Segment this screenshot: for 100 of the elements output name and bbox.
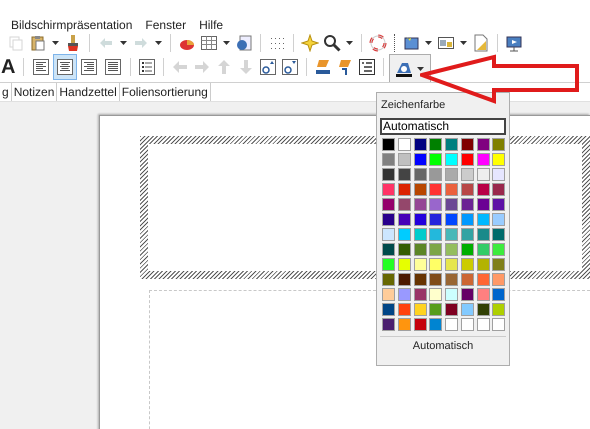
color-swatch[interactable] (414, 243, 426, 256)
list-icon[interactable] (138, 58, 156, 76)
paste-icon[interactable] (29, 34, 47, 52)
color-swatch[interactable] (398, 183, 411, 196)
color-swatch[interactable] (398, 258, 411, 271)
color-swatch[interactable] (398, 273, 411, 286)
color-swatch[interactable] (460, 318, 474, 331)
color-swatch[interactable] (429, 273, 442, 286)
color-swatch[interactable] (445, 213, 458, 226)
color-swatch[interactable] (460, 303, 474, 316)
color-swatch[interactable] (492, 258, 506, 271)
color-swatch[interactable] (445, 228, 458, 241)
color-swatch[interactable] (429, 303, 442, 316)
automatic-button[interactable]: Automatisch (380, 337, 506, 355)
color-swatch[interactable] (398, 153, 411, 166)
image-icon[interactable] (235, 34, 253, 52)
color-swatch[interactable] (382, 168, 395, 181)
color-swatch[interactable] (492, 213, 506, 226)
color-swatch[interactable] (398, 288, 411, 301)
color-swatch[interactable] (414, 318, 426, 331)
color-swatch[interactable] (445, 138, 458, 151)
color-swatch[interactable] (382, 258, 395, 271)
color-swatch[interactable] (398, 168, 411, 181)
dropdown-arrow-icon[interactable] (416, 66, 424, 70)
color-swatch[interactable] (460, 258, 474, 271)
color-swatch[interactable] (476, 318, 490, 331)
color-swatch[interactable] (429, 153, 442, 166)
view-tab[interactable]: Handzettel (57, 83, 120, 101)
search-icon[interactable] (323, 34, 341, 52)
color-swatch[interactable] (460, 198, 474, 211)
color-swatch[interactable] (429, 198, 442, 211)
color-swatch[interactable] (445, 318, 458, 331)
color-swatch[interactable] (414, 198, 426, 211)
color-swatch[interactable] (414, 168, 426, 181)
color-swatch[interactable] (398, 198, 411, 211)
color-swatch[interactable] (445, 303, 458, 316)
color-swatch[interactable] (445, 243, 458, 256)
color-swatch[interactable] (445, 288, 458, 301)
color-swatch[interactable] (492, 138, 506, 151)
color-swatch[interactable] (445, 183, 458, 196)
lifebuoy-icon[interactable] (369, 34, 387, 52)
color-swatch[interactable] (476, 258, 490, 271)
color-swatch[interactable] (476, 168, 490, 181)
color-swatch[interactable] (429, 138, 442, 151)
document-icon[interactable] (472, 34, 490, 52)
star-icon[interactable] (301, 34, 319, 52)
color-swatch[interactable] (492, 243, 506, 256)
color-swatch[interactable] (460, 288, 474, 301)
color-swatch[interactable] (414, 288, 426, 301)
view-tab[interactable]: g (0, 83, 12, 101)
color-swatch[interactable] (382, 213, 395, 226)
color-swatch[interactable] (429, 168, 442, 181)
color-swatch[interactable] (429, 318, 442, 331)
color-swatch[interactable] (429, 258, 442, 271)
presentation-icon[interactable] (505, 34, 523, 52)
color-swatch[interactable] (414, 228, 426, 241)
dropdown-arrow-icon[interactable] (346, 41, 353, 45)
color-swatch[interactable] (460, 183, 474, 196)
color-swatch[interactable] (429, 243, 442, 256)
color-swatch[interactable] (414, 183, 426, 196)
color-swatch[interactable] (429, 183, 442, 196)
color-swatch[interactable] (476, 213, 490, 226)
color-swatch[interactable] (476, 153, 490, 166)
table-icon[interactable] (200, 34, 218, 52)
color-swatch[interactable] (492, 273, 506, 286)
color-swatch[interactable] (445, 258, 458, 271)
color-swatch[interactable] (460, 138, 474, 151)
dropdown-arrow-icon[interactable] (155, 41, 162, 45)
view-tab[interactable]: Notizen (12, 83, 58, 101)
color-swatch[interactable] (429, 288, 442, 301)
color-swatch[interactable] (476, 243, 490, 256)
color-swatch[interactable] (398, 303, 411, 316)
color-swatch[interactable] (460, 273, 474, 286)
color-swatch[interactable] (492, 318, 506, 331)
color-swatch[interactable] (476, 303, 490, 316)
color-swatch[interactable] (460, 243, 474, 256)
color-swatch[interactable] (398, 228, 411, 241)
color-swatch[interactable] (382, 198, 395, 211)
color-swatch[interactable] (414, 153, 426, 166)
lower-text-icon[interactable] (281, 58, 300, 76)
color-swatch[interactable] (492, 198, 506, 211)
palette-field[interactable]: Automatisch (380, 118, 506, 135)
color-swatch[interactable] (492, 288, 506, 301)
font-style-label[interactable]: A (1, 52, 16, 82)
color-swatch[interactable] (414, 303, 426, 316)
color-swatch[interactable] (382, 288, 395, 301)
color-swatch[interactable] (414, 213, 426, 226)
color-swatch[interactable] (398, 243, 411, 256)
color-swatch[interactable] (492, 183, 506, 196)
color-swatch[interactable] (460, 228, 474, 241)
color-swatch[interactable] (414, 273, 426, 286)
outline-icon[interactable] (358, 58, 376, 76)
color-swatch[interactable] (382, 138, 395, 151)
view-tab[interactable]: Foliensortierung (120, 83, 211, 101)
font-color-button[interactable] (389, 54, 432, 82)
color-swatch[interactable] (398, 213, 411, 226)
color-swatch[interactable] (460, 213, 474, 226)
dropdown-arrow-icon[interactable] (52, 41, 59, 45)
color-swatch[interactable] (445, 198, 458, 211)
color-swatch[interactable] (492, 228, 506, 241)
